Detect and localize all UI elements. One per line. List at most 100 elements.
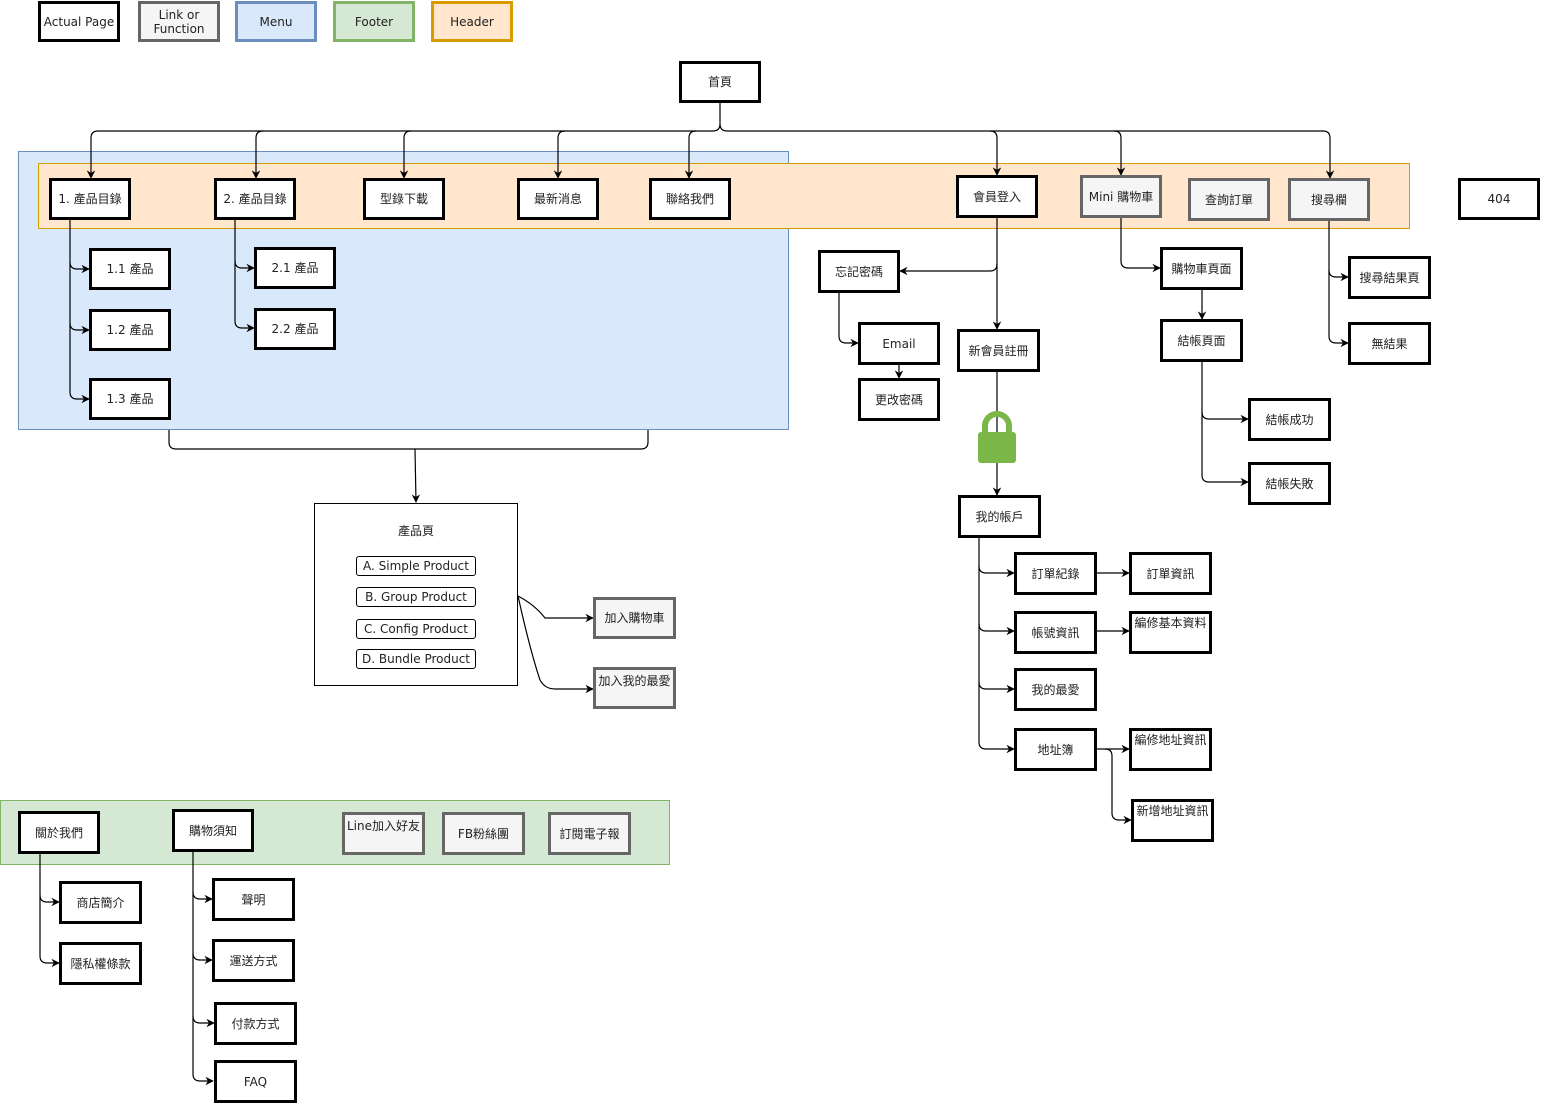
node-cart-page-label: 購物車頁面 <box>1171 261 1232 276</box>
edge-home-catalog2 <box>251 130 264 179</box>
node-home[interactable]: 首頁 <box>679 61 761 103</box>
edge-home-news <box>553 130 566 179</box>
node-cart-page[interactable]: 購物車頁面 <box>1160 247 1243 290</box>
product-page-container[interactable]: 產品頁 A. Simple Product B. Group Product C… <box>314 503 518 686</box>
node-about-us[interactable]: 關於我們 <box>18 811 100 854</box>
edge-home-trunk <box>712 102 721 132</box>
node-catalog-1[interactable]: 1. 產品目錄 <box>49 178 131 220</box>
lock-icon <box>978 411 1016 463</box>
node-email[interactable]: Email <box>858 322 940 365</box>
edge-cat1-p11 <box>69 261 90 274</box>
node-order-query-label: 查詢訂單 <box>1204 192 1253 207</box>
node-search-results[interactable]: 搜尋結果頁 <box>1348 256 1431 299</box>
node-line-add-friend[interactable]: Line加入好友 <box>342 812 425 855</box>
edge-forgot-email <box>838 292 859 348</box>
edge-cat1-p12 <box>69 322 90 335</box>
node-add-address[interactable]: 新增地址資訊 <box>1131 799 1214 842</box>
node-contact[interactable]: 聯絡我們 <box>649 178 731 220</box>
node-email-label: Email <box>882 336 916 351</box>
product-page-title: 產品頁 <box>397 524 434 538</box>
edge-login-forgot <box>899 217 998 276</box>
edge-home-download <box>399 130 412 179</box>
node-faq[interactable]: FAQ <box>214 1060 297 1103</box>
edge-home-contact <box>684 130 697 179</box>
legend-link-label: Link or Function <box>153 7 205 36</box>
edge-search-results <box>1328 269 1349 282</box>
variant-config-product[interactable]: C. Config Product <box>356 619 476 639</box>
node-product-1-3[interactable]: 1.3 產品 <box>89 378 171 420</box>
node-newsletter[interactable]: 訂閱電子報 <box>548 812 631 855</box>
node-shopping-guide[interactable]: 購物須知 <box>172 809 254 852</box>
node-fb-fans[interactable]: FB粉絲團 <box>442 812 525 855</box>
node-catalog-download[interactable]: 型錄下載 <box>363 178 445 220</box>
node-shipping-label: 運送方式 <box>229 953 278 968</box>
node-search-bar[interactable]: 搜尋欄 <box>1288 178 1370 221</box>
node-store-intro[interactable]: 商店簡介 <box>59 881 142 924</box>
node-my-account-label: 我的帳戶 <box>975 509 1024 524</box>
node-product-1-2-label: 1.2 產品 <box>106 323 154 337</box>
node-shipping[interactable]: 運送方式 <box>212 939 295 982</box>
edge-cat2-p21 <box>234 260 255 273</box>
node-no-results[interactable]: 無結果 <box>1348 322 1431 365</box>
node-product-1-2[interactable]: 1.2 產品 <box>89 309 171 351</box>
node-add-to-cart[interactable]: 加入購物車 <box>593 597 676 639</box>
legend-menu: Menu <box>235 1 317 42</box>
node-catalog-2[interactable]: 2. 產品目錄 <box>214 178 296 220</box>
node-statement[interactable]: 聲明 <box>212 878 295 921</box>
node-member-login[interactable]: 會員登入 <box>956 175 1038 218</box>
node-checkout-success[interactable]: 結帳成功 <box>1248 398 1331 441</box>
edge-minicart-cartpage <box>1120 218 1161 273</box>
variant-bundle-product[interactable]: D. Bundle Product <box>356 649 476 669</box>
node-404-label: 404 <box>1487 192 1511 206</box>
node-change-password[interactable]: 更改密碼 <box>858 378 940 421</box>
node-payment[interactable]: 付款方式 <box>214 1002 297 1045</box>
node-payment-label: 付款方式 <box>231 1016 280 1031</box>
node-product-2-1-label: 2.1 產品 <box>271 261 319 275</box>
node-news-label: 最新消息 <box>533 192 582 206</box>
node-about-us-label: 關於我們 <box>34 825 83 840</box>
node-mini-cart[interactable]: Mini 購物車 <box>1080 175 1162 218</box>
variant-group-product[interactable]: B. Group Product <box>356 587 476 607</box>
node-news[interactable]: 最新消息 <box>517 178 599 220</box>
variant-simple-product[interactable]: A. Simple Product <box>356 556 476 576</box>
node-product-1-3-label: 1.3 產品 <box>106 392 154 406</box>
edge-checkout-trunk <box>1201 361 1249 487</box>
legend-actual-page: Actual Page <box>38 1 120 42</box>
edge-home-bus-right <box>719 123 1335 179</box>
node-edit-basic-info-label: 編修基本資料 <box>1134 616 1207 630</box>
edge-about-trunk <box>39 853 60 968</box>
connector-lines <box>39 102 1349 1086</box>
node-order-history[interactable]: 訂單紀錄 <box>1014 552 1097 595</box>
node-add-to-favorites[interactable]: 加入我的最愛 <box>593 667 676 709</box>
legend-menu-label: Menu <box>259 14 293 29</box>
node-404[interactable]: 404 <box>1458 178 1540 220</box>
node-no-results-label: 無結果 <box>1371 336 1408 351</box>
node-catalog-download-label: 型錄下載 <box>379 192 428 206</box>
node-my-favorites[interactable]: 我的最愛 <box>1014 668 1097 711</box>
node-forgot-password[interactable]: 忘記密碼 <box>818 250 900 293</box>
node-edit-basic-info[interactable]: 編修基本資料 <box>1129 611 1212 654</box>
edge-guide-payment <box>192 1015 215 1028</box>
node-order-query[interactable]: 查詢訂單 <box>1188 178 1270 221</box>
node-privacy[interactable]: 隱私權條款 <box>59 942 142 985</box>
node-product-2-1[interactable]: 2.1 產品 <box>254 247 336 289</box>
node-my-account[interactable]: 我的帳戶 <box>958 495 1041 538</box>
edge-account-info <box>978 623 1015 636</box>
node-product-2-2-label: 2.2 產品 <box>271 322 319 336</box>
node-my-favorites-label: 我的最愛 <box>1031 682 1080 697</box>
node-order-info[interactable]: 訂單資訊 <box>1129 552 1212 595</box>
node-statement-label: 聲明 <box>241 892 266 907</box>
node-address-book[interactable]: 地址簿 <box>1014 728 1097 771</box>
node-account-info[interactable]: 帳號資訊 <box>1014 611 1097 654</box>
node-order-info-label: 訂單資訊 <box>1146 566 1195 581</box>
node-checkout-page[interactable]: 結帳頁面 <box>1160 319 1243 362</box>
edge-home-bus-left <box>86 130 713 179</box>
node-product-2-2[interactable]: 2.2 產品 <box>254 308 336 350</box>
node-checkout-failure[interactable]: 結帳失敗 <box>1248 462 1331 505</box>
edge-guide-statement <box>192 891 213 904</box>
node-newsletter-label: 訂閱電子報 <box>559 826 620 841</box>
node-edit-address[interactable]: 編修地址資訊 <box>1129 728 1212 771</box>
node-register[interactable]: 新會員註冊 <box>957 329 1040 372</box>
edge-menu-bracket <box>168 430 649 450</box>
node-product-1-1[interactable]: 1.1 產品 <box>89 248 171 290</box>
